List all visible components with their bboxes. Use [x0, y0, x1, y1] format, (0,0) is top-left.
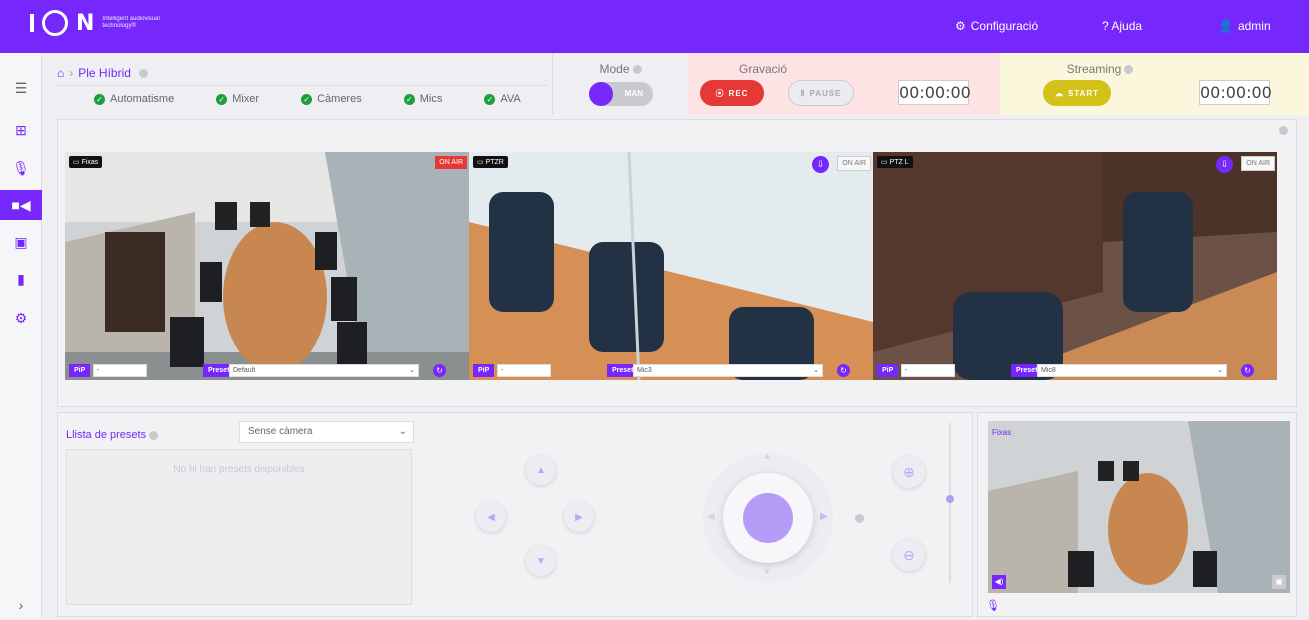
check-icon: ✓	[216, 93, 228, 105]
document-icon[interactable]: ▮	[0, 264, 42, 294]
camera-controls: PiP - Preset Mic8 ⌄ ↻	[873, 361, 1277, 380]
pan-left-button[interactable]: ◀	[476, 502, 506, 532]
user-menu[interactable]: 👤 admin	[1218, 19, 1271, 33]
page-title: Ple Híbrid	[78, 66, 131, 80]
pan-right-button[interactable]: ▶	[564, 502, 594, 532]
status-ava: ✓ AVA	[484, 93, 521, 105]
rec-button[interactable]: ⦿ REC	[700, 80, 764, 106]
camera-name-label: ▭ PTZR	[473, 156, 508, 168]
check-icon: ✓	[484, 93, 496, 105]
download-icon[interactable]: ⇩	[812, 156, 829, 173]
camera-name-label: ▭ Fixas	[69, 156, 103, 168]
config-link[interactable]: ⚙ Configuració	[955, 19, 1038, 33]
header: ⌂ › Ple Híbrid ✓ Automatisme ✓ Mixer ✓ Càme…	[42, 53, 1309, 115]
home-icon: ⌂	[57, 66, 65, 80]
camera-select[interactable]: Sense càmera ⌄	[239, 421, 414, 443]
info-icon	[632, 65, 642, 75]
gear-icon: ⚙	[955, 19, 966, 33]
settings-icon[interactable]: ⚙	[0, 303, 42, 333]
preview-image	[988, 421, 1290, 593]
pause-button[interactable]: Ⅱ PAUSE	[788, 80, 854, 106]
refresh-icon[interactable]: ↻	[837, 364, 850, 377]
program-preview[interactable]: Fixas ◀) ▣	[988, 421, 1290, 593]
sidebar: ☰ ⊞ 🎙 ■◀ ▣ ▮ ⚙ ›	[0, 53, 42, 618]
camera-feed-fixas[interactable]: ▭ Fixas ON AIR PiP - Preset Default ⌄ ↻	[65, 152, 469, 380]
pip-input[interactable]: -	[93, 364, 147, 377]
pip-input[interactable]: -	[901, 364, 955, 377]
top-bar: N Intelligent audiovisual technology® ⚙ C…	[0, 0, 1309, 53]
mode-box: Mode MAN	[552, 53, 688, 115]
zoom-slider[interactable]	[946, 423, 954, 583]
refresh-icon[interactable]: ↻	[433, 364, 446, 377]
camera-image	[469, 152, 873, 380]
status-row: ✓ Automatisme ✓ Mixer ✓ Càmeres ✓ Mics ✓ AVA	[94, 93, 563, 105]
camera-panel: ▭ Fixas ON AIR PiP - Preset Default ⌄ ↻ ▭…	[57, 119, 1297, 407]
dashboard-icon[interactable]: ⊞	[0, 115, 42, 145]
microphone-icon[interactable]: 🎙	[986, 599, 1000, 612]
preset-select[interactable]: Mic3 ⌄	[633, 364, 823, 377]
info-icon	[1279, 126, 1288, 135]
status-cameres: ✓ Càmeres	[301, 93, 362, 105]
image-icon[interactable]: ▣	[0, 227, 42, 257]
camera-controls: PiP - Preset Mic3 ⌄ ↻	[469, 361, 873, 380]
mode-toggle[interactable]: MAN	[589, 82, 653, 106]
on-air-badge: ON AIR	[435, 156, 467, 169]
camera-image	[65, 152, 469, 380]
on-air-badge[interactable]: ON AIR	[837, 156, 871, 171]
streaming-timer: 00:00:00	[1199, 80, 1272, 105]
ptz-control-panel: Llista de presets Sense càmera ⌄ No hi ha…	[57, 412, 973, 617]
status-mics: ✓ Mics	[403, 93, 442, 105]
recording-box: Gravació ⦿ REC Ⅱ PAUSE 00:00:00	[688, 53, 1000, 115]
menu-icon[interactable]: ☰	[0, 73, 42, 103]
preset-select[interactable]: Default ⌄	[229, 364, 419, 377]
image-icon[interactable]: ▣	[1272, 575, 1286, 589]
presets-list: No hi han presets disponibles	[66, 449, 412, 605]
camera-icon[interactable]: ■◀	[0, 190, 42, 220]
preview-panel: Fixas ◀) ▣ 🎙	[977, 412, 1297, 617]
streaming-box: Streaming ☁ START 00:00:00	[1000, 53, 1309, 115]
info-icon	[138, 68, 148, 78]
microphone-icon[interactable]: 🎙	[0, 153, 42, 183]
logo: N Intelligent audiovisual technology®	[30, 10, 182, 36]
help-link[interactable]: ? Ajuda	[1102, 19, 1142, 33]
presets-title: Llista de presets	[66, 429, 159, 441]
status-mixer: ✓ Mixer	[216, 93, 259, 105]
info-icon	[855, 514, 864, 523]
info-icon	[1124, 65, 1134, 75]
camera-image	[873, 152, 1277, 380]
status-automatisme: ✓ Automatisme	[94, 93, 174, 105]
on-air-badge[interactable]: ON AIR	[1241, 156, 1275, 171]
zoom-out-button[interactable]: ⊖	[893, 539, 925, 571]
joystick[interactable]: ▲ ▼ ◀ ▶	[703, 451, 833, 583]
user-icon: 👤	[1218, 19, 1233, 33]
pan-down-button[interactable]: ▼	[526, 546, 556, 576]
pip-input[interactable]: -	[497, 364, 551, 377]
refresh-icon[interactable]: ↻	[1241, 364, 1254, 377]
info-icon	[149, 430, 159, 440]
recording-timer: 00:00:00	[898, 80, 971, 105]
start-button[interactable]: ☁ START	[1043, 80, 1111, 106]
logo-tagline: Intelligent audiovisual technology®	[102, 16, 160, 29]
camera-feed-ptzr[interactable]: ▭ PTZR ⇩ ON AIR PiP - Preset Mic3 ⌄ ↻	[469, 152, 873, 380]
check-icon: ✓	[301, 93, 313, 105]
zoom-in-button[interactable]: ⊕	[893, 456, 925, 488]
expand-icon[interactable]: ›	[0, 590, 42, 620]
check-icon: ✓	[94, 93, 105, 105]
camera-name-label: ▭ PTZ L	[877, 156, 913, 168]
pan-up-button[interactable]: ▲	[526, 455, 556, 485]
preview-label: Fixas	[992, 428, 1012, 437]
breadcrumb[interactable]: ⌂ › Ple Híbrid	[57, 66, 148, 80]
camera-feed-ptzl[interactable]: ▭ PTZ L ⇩ ON AIR PiP - Preset Mic8 ⌄ ↻	[873, 152, 1277, 380]
download-icon[interactable]: ⇩	[1216, 156, 1233, 173]
check-icon: ✓	[403, 93, 415, 105]
preset-select[interactable]: Mic8 ⌄	[1037, 364, 1227, 377]
camera-controls: PiP - Preset Default ⌄ ↻	[65, 361, 469, 380]
speaker-icon[interactable]: ◀)	[992, 575, 1006, 589]
